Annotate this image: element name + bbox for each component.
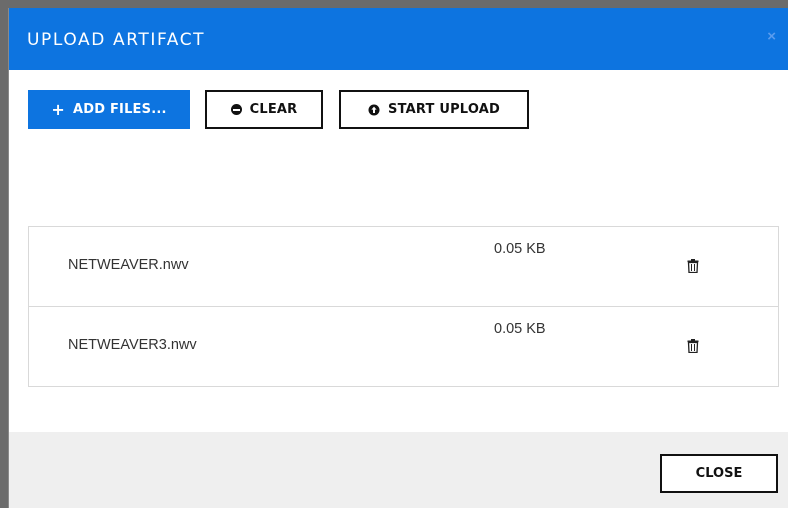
dialog-footer: CLOSE xyxy=(9,432,788,508)
clear-label: CLEAR xyxy=(249,102,298,117)
add-files-button[interactable]: + ADD FILES... xyxy=(28,90,190,129)
file-size: 0.05 KB xyxy=(494,321,546,337)
clear-button[interactable]: CLEAR xyxy=(205,90,323,129)
dialog-header: UPLOAD ARTIFACT × xyxy=(9,8,788,70)
file-row: NETWEAVER.nwv 0.05 KB xyxy=(29,227,778,307)
upload-artifact-dialog: UPLOAD ARTIFACT × + ADD FILES... CLEAR S… xyxy=(8,8,788,508)
trash-icon[interactable] xyxy=(687,259,699,278)
file-row: NETWEAVER3.nwv 0.05 KB xyxy=(29,307,778,386)
add-files-label: ADD FILES... xyxy=(72,102,167,117)
file-name: NETWEAVER.nwv xyxy=(68,257,189,273)
close-button[interactable]: CLOSE xyxy=(660,454,778,493)
start-upload-button[interactable]: START UPLOAD xyxy=(339,90,529,129)
file-list: NETWEAVER.nwv 0.05 KB NETWEAVER3.nwv 0.0… xyxy=(28,226,779,387)
file-name: NETWEAVER3.nwv xyxy=(68,337,197,353)
close-icon[interactable]: × xyxy=(767,28,776,45)
plus-icon: + xyxy=(51,99,65,119)
upload-circle-icon xyxy=(368,104,380,116)
file-size: 0.05 KB xyxy=(494,241,546,257)
dialog-title: UPLOAD ARTIFACT xyxy=(27,30,206,50)
minus-circle-icon xyxy=(230,104,242,115)
start-upload-label: START UPLOAD xyxy=(388,102,500,117)
trash-icon[interactable] xyxy=(687,339,699,358)
